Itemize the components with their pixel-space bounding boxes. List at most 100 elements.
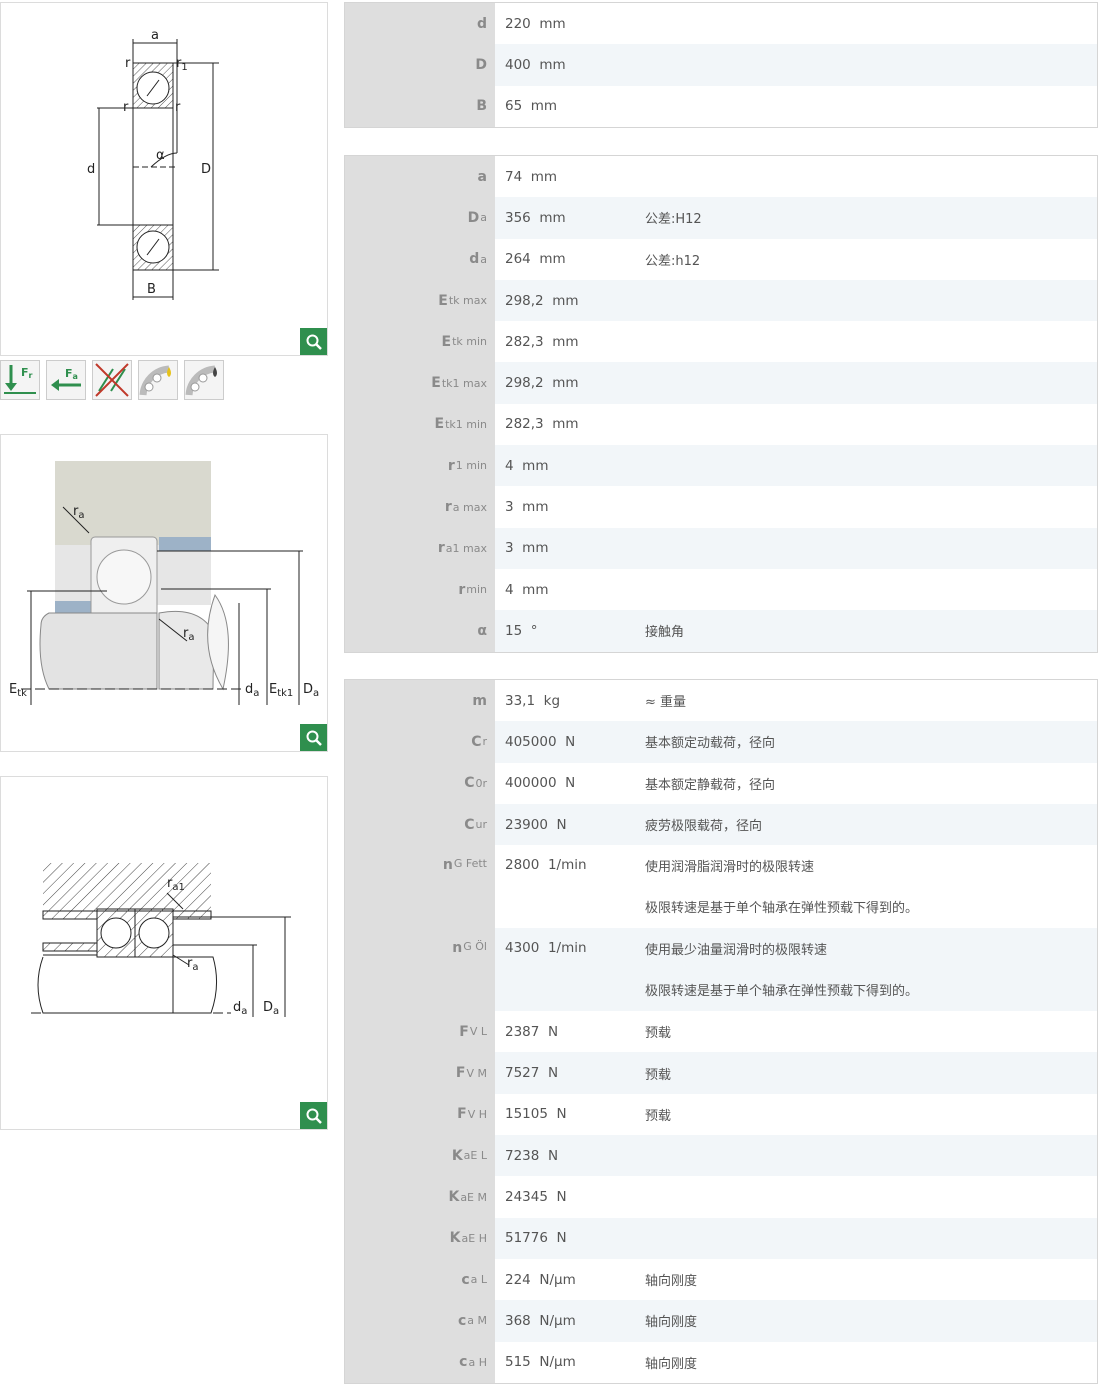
row-symbol: Cur — [345, 803, 495, 846]
symbol-subscript: 0r — [475, 776, 487, 790]
row-symbol: Etk min — [345, 321, 495, 363]
row-description: 公差:H12 — [645, 212, 702, 228]
label-B: B — [147, 282, 156, 297]
symbol-text: r — [447, 457, 455, 474]
symbol-subscript: tk max — [448, 294, 487, 308]
table-row: r min 4 mm — [345, 568, 1097, 611]
no-combination-icon[interactable] — [92, 360, 132, 400]
row-description: 轴向刚度 — [645, 1315, 698, 1331]
table-row: ca H 515 N/μm 轴向刚度 — [345, 1341, 1097, 1383]
axial-load-icon[interactable]: Fa — [46, 360, 86, 400]
symbol-subscript: V L — [469, 1025, 487, 1039]
symbol-text: a — [477, 168, 487, 185]
row-value: 368 N/μm — [505, 1312, 576, 1329]
row-symbol: KaE H — [345, 1217, 495, 1259]
row-symbol: KaE L — [345, 1135, 495, 1177]
row-description: 使用润滑脂润滑时的极限转速 极限转速是基于单个轴承在弹性预载下得到的。 — [645, 845, 1097, 928]
zoom-icon[interactable] — [300, 724, 327, 751]
symbol-subscript: G Fett — [453, 857, 487, 871]
radial-load-icon[interactable]: Fr — [0, 360, 40, 400]
table-row: FV H 15105 N 预载 — [345, 1093, 1097, 1136]
row-description — [645, 321, 1097, 362]
row-description — [645, 486, 1097, 527]
oil-lubrication-icon[interactable] — [184, 360, 224, 400]
description-line: 使用最少油量润滑时的极限转速 — [645, 943, 828, 959]
table-row: Da 356 mm 公差:H12 — [345, 197, 1097, 239]
symbol-text: D — [467, 209, 480, 226]
symbol-text: r — [437, 540, 445, 557]
description-note: 极限转速是基于单个轴承在弹性预载下得到的。 — [645, 984, 919, 1000]
row-description — [645, 156, 1097, 197]
symbol-subscript: aE M — [460, 1190, 487, 1204]
row-symbol: Etk max — [345, 279, 495, 322]
label-Da: Da — [303, 682, 319, 699]
row-symbol: nG Fett — [345, 845, 495, 929]
table-row: r1 min 4 mm — [345, 445, 1097, 487]
label-D: D — [201, 162, 211, 177]
row-symbol: Etk1 min — [345, 403, 495, 446]
row-value: 4 mm — [505, 581, 549, 598]
table-row: Etk min 282,3 mm — [345, 321, 1097, 363]
label-r-right: r — [175, 100, 181, 115]
symbol-text: c — [459, 1354, 468, 1371]
row-symbol: FV M — [345, 1052, 495, 1094]
table-row: C 0r 400000 N 基本额定静载荷，径向 — [345, 762, 1097, 804]
table-row: Cr 405000 N 基本额定动载荷，径向 — [345, 721, 1097, 763]
row-value: 405000 N — [505, 733, 576, 750]
table-row: Etk1 min 282,3 mm — [345, 403, 1097, 446]
row-description — [645, 3, 1097, 44]
zoom-icon[interactable] — [300, 328, 327, 355]
symbol-text: F — [459, 1023, 469, 1040]
grease-lubrication-icon[interactable] — [138, 360, 178, 400]
row-symbol: Etk1 max — [345, 362, 495, 404]
bearing-section-svg: a D d α r r1 r r B — [87, 28, 219, 300]
symbol-subscript: r — [482, 735, 487, 749]
table-row: Cur 23900 N 疲劳极限载荷，径向 — [345, 803, 1097, 846]
symbol-text: F — [457, 1106, 467, 1123]
row-value: 400 mm — [505, 56, 566, 73]
symbol-subscript: 1 min — [455, 459, 487, 473]
row-description — [645, 86, 1097, 127]
symbol-text: n — [442, 857, 453, 874]
symbol-text: K — [451, 1147, 463, 1164]
row-value: 65 mm — [505, 98, 558, 115]
row-value: 3 mm — [505, 540, 549, 557]
table-row: KaE H 51776 N — [345, 1217, 1097, 1259]
symbol-text: m — [472, 692, 487, 709]
table-row: FV M 7527 N 预载 — [345, 1052, 1097, 1094]
feature-icon-row: Fr Fa — [0, 360, 224, 400]
row-value: 15 ° — [505, 622, 538, 639]
row-symbol: r min — [345, 568, 495, 611]
symbol-subscript: a1 max — [445, 541, 487, 555]
label-da: da — [245, 682, 259, 699]
zoom-icon[interactable] — [300, 1102, 327, 1129]
row-value: 4 mm — [505, 457, 549, 474]
row-description: 预载 — [645, 1108, 672, 1124]
label-ra: ra — [187, 956, 199, 973]
row-value: 23900 N — [505, 816, 567, 833]
table-row: KaE M 24345 N — [345, 1176, 1097, 1218]
row-value: 2387 N — [505, 1023, 559, 1040]
row-description: 轴向刚度 — [645, 1356, 698, 1372]
row-value: 24345 N — [505, 1189, 567, 1206]
symbol-subscript: a max — [452, 500, 487, 514]
symbol-subscript: a H — [468, 1355, 487, 1369]
symbol-subscript: aE H — [461, 1231, 487, 1245]
row-value: 74 mm — [505, 168, 558, 185]
symbol-text: D — [475, 56, 487, 73]
row-description — [645, 44, 1097, 85]
symbol-text: d — [476, 15, 487, 32]
symbol-text: C — [464, 816, 475, 833]
row-value: 15105 N — [505, 1106, 567, 1123]
row-value: 282,3 mm — [505, 416, 579, 433]
row-value: 3 mm — [505, 499, 549, 516]
main-dimensions-table: d 220 mm D 400 mm B 65 mm — [344, 2, 1098, 128]
row-description: 公差:h12 — [645, 253, 701, 269]
row-description: 基本额定动载荷，径向 — [645, 736, 776, 752]
table-row: KaE L 7238 N — [345, 1135, 1097, 1177]
table-row: d 220 mm — [345, 3, 1097, 45]
row-symbol: d — [345, 3, 495, 45]
row-description — [645, 569, 1097, 610]
magnifier-icon — [306, 1108, 322, 1124]
symbol-text: r — [458, 581, 466, 598]
